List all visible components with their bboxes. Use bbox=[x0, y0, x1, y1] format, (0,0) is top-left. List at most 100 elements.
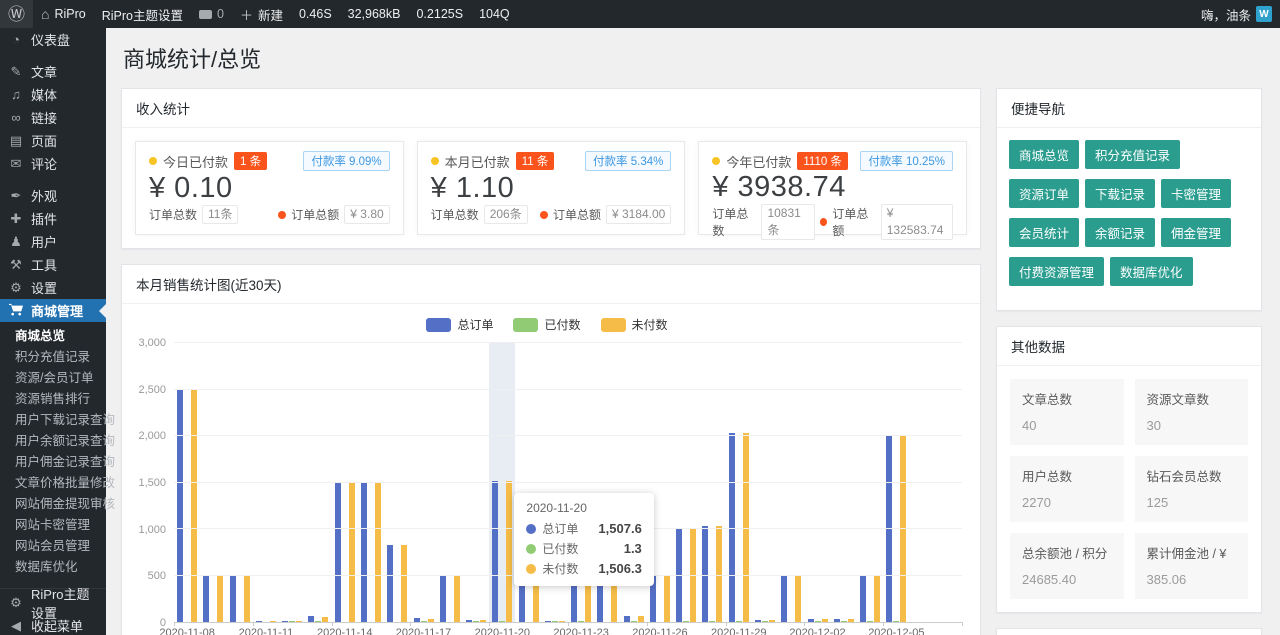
sidebar-item-RiPro主题设置[interactable]: ⚙RiPro主题设置 bbox=[0, 591, 106, 614]
other-data-label: 用户总数 bbox=[1022, 466, 1112, 485]
quick-nav-button-付费资源管理[interactable]: 付费资源管理 bbox=[1009, 257, 1104, 286]
bar-group-2020-11-30[interactable] bbox=[752, 343, 778, 622]
sidebar-item-链接[interactable]: ∞链接 bbox=[0, 106, 106, 129]
sidebar-item-评论[interactable]: ✉评论 bbox=[0, 152, 106, 175]
quick-nav-button-商城总览[interactable]: 商城总览 bbox=[1009, 140, 1079, 169]
submenu-item-用户佣金记录查询[interactable]: 用户佣金记录查询 bbox=[0, 452, 106, 473]
bar-group-2020-11-29[interactable] bbox=[726, 343, 752, 622]
other-data-cell: 资源文章数30 bbox=[1135, 379, 1249, 445]
bar-总订单 bbox=[256, 621, 262, 623]
quick-nav-button-余额记录[interactable]: 余额记录 bbox=[1085, 218, 1155, 247]
wordpress-logo-icon[interactable]: Ⓦ bbox=[0, 0, 33, 28]
sidebar-item-label: 链接 bbox=[31, 108, 57, 127]
bar-group-2020-11-27[interactable] bbox=[673, 343, 699, 622]
comments-menu[interactable]: 0 bbox=[191, 0, 232, 28]
submenu-item-积分充值记录[interactable]: 积分充值记录 bbox=[0, 347, 106, 368]
quick-nav-button-会员统计[interactable]: 会员统计 bbox=[1009, 218, 1079, 247]
other-data-label: 总余额池 / 积分 bbox=[1022, 543, 1112, 562]
legend-swatch-icon bbox=[513, 318, 538, 332]
submenu-item-用户下载记录查询[interactable]: 用户下载记录查询 bbox=[0, 410, 106, 431]
sidebar-item-文章[interactable]: ✎文章 bbox=[0, 60, 106, 83]
activity-title: 最新动态 bbox=[997, 629, 1261, 635]
bar-group-2020-12-06[interactable] bbox=[909, 343, 935, 622]
theme-settings-link[interactable]: RiPro主题设置 bbox=[94, 0, 191, 28]
sidebar-item-用户[interactable]: ♟用户 bbox=[0, 230, 106, 253]
sidebar-item-仪表盘[interactable]: ◔仪表盘 bbox=[0, 28, 106, 51]
legend-item-已付数[interactable]: 已付数 bbox=[513, 316, 580, 333]
quick-nav-button-数据库优化[interactable]: 数据库优化 bbox=[1110, 257, 1193, 286]
bar-group-2020-11-17[interactable] bbox=[410, 343, 436, 622]
bar-group-2020-11-20[interactable] bbox=[489, 343, 515, 622]
income-card-header: 今年已付款1110 条付款率 10.25% bbox=[712, 151, 953, 171]
quick-nav-button-下载记录[interactable]: 下载记录 bbox=[1085, 179, 1155, 208]
bar-总订单 bbox=[755, 620, 761, 622]
bar-group-2020-12-05[interactable] bbox=[883, 343, 909, 622]
bar-group-2020-11-08[interactable] bbox=[174, 343, 200, 622]
bar-group-2020-11-28[interactable] bbox=[699, 343, 725, 622]
submenu-item-网站卡密管理[interactable]: 网站卡密管理 bbox=[0, 515, 106, 536]
bar-未付数 bbox=[822, 619, 828, 622]
bar-group-2020-11-12[interactable] bbox=[279, 343, 305, 622]
bar-group-2020-12-07[interactable] bbox=[936, 343, 962, 622]
other-data-value: 2270 bbox=[1022, 495, 1112, 510]
order-amount-label: 订单总额 bbox=[832, 205, 875, 239]
submenu-item-资源销售排行[interactable]: 资源销售排行 bbox=[0, 389, 106, 410]
bar-未付数 bbox=[848, 619, 854, 622]
submenu-item-网站会员管理[interactable]: 网站会员管理 bbox=[0, 536, 106, 557]
submenu-item-商城总览[interactable]: 商城总览 bbox=[0, 326, 106, 347]
sidebar-item-label: 外观 bbox=[31, 186, 57, 205]
account-menu[interactable]: 嗨，油条 W bbox=[1193, 0, 1280, 28]
sidebar-item-收起菜单[interactable]: ◀收起菜单 bbox=[0, 614, 106, 635]
sidebar-item-label: 媒体 bbox=[31, 85, 57, 104]
bar-group-2020-11-19[interactable] bbox=[463, 343, 489, 622]
bar-已付数 bbox=[815, 621, 821, 623]
quick-nav-button-积分充值记录[interactable]: 积分充值记录 bbox=[1085, 140, 1180, 169]
bar-已付数 bbox=[867, 621, 873, 623]
bar-group-2020-12-04[interactable] bbox=[857, 343, 883, 622]
bar-group-2020-11-10[interactable] bbox=[227, 343, 253, 622]
new-content-menu[interactable]: ＋ 新建 bbox=[232, 0, 291, 28]
bar-group-2020-11-13[interactable] bbox=[305, 343, 331, 622]
bar-未付数 bbox=[401, 545, 407, 622]
chart-x-axis: 2020-11-082020-11-112020-11-142020-11-17… bbox=[174, 623, 962, 635]
sidebar-item-label: 收起菜单 bbox=[31, 616, 83, 635]
site-menu[interactable]: ⌂ RiPro bbox=[33, 0, 94, 28]
bar-group-2020-11-15[interactable] bbox=[358, 343, 384, 622]
sidebar-item-外观[interactable]: ✒外观 bbox=[0, 184, 106, 207]
legend-item-总订单[interactable]: 总订单 bbox=[426, 316, 493, 333]
submenu-item-网站佣金提现审核[interactable]: 网站佣金提现审核 bbox=[0, 494, 106, 515]
quick-nav-button-资源订单[interactable]: 资源订单 bbox=[1009, 179, 1079, 208]
sidebar-item-工具[interactable]: ⚒工具 bbox=[0, 253, 106, 276]
other-data-label: 钻石会员总数 bbox=[1147, 466, 1237, 485]
sidebar-item-设置[interactable]: ⚙设置 bbox=[0, 276, 106, 299]
other-data-label: 文章总数 bbox=[1022, 389, 1112, 408]
tooltip-series-label: 未付数 bbox=[542, 560, 578, 577]
sidebar-item-商城管理[interactable]: 商城管理 bbox=[0, 299, 106, 322]
submenu-item-数据库优化[interactable]: 数据库优化 bbox=[0, 557, 106, 578]
sidebar-item-媒体[interactable]: ♫媒体 bbox=[0, 83, 106, 106]
bar-group-2020-12-01[interactable] bbox=[778, 343, 804, 622]
bar-group-2020-12-03[interactable] bbox=[831, 343, 857, 622]
income-card: 本月已付款11 条付款率 5.34%¥ 1.10订单总数206条订单总额¥ 31… bbox=[417, 141, 686, 235]
bar-总订单 bbox=[387, 545, 393, 622]
bar-group-2020-11-09[interactable] bbox=[200, 343, 226, 622]
x-axis-label: 2020-11-14 bbox=[317, 627, 372, 635]
bar-group-2020-11-16[interactable] bbox=[384, 343, 410, 622]
bar-group-2020-11-18[interactable] bbox=[437, 343, 463, 622]
submenu-item-文章价格批量修改[interactable]: 文章价格批量修改 bbox=[0, 473, 106, 494]
bar-group-2020-12-02[interactable] bbox=[804, 343, 830, 622]
quick-nav-button-卡密管理[interactable]: 卡密管理 bbox=[1161, 179, 1231, 208]
quick-nav-title: 便捷导航 bbox=[997, 89, 1261, 128]
other-data-value: 40 bbox=[1022, 418, 1112, 433]
sidebar-item-插件[interactable]: ✚插件 bbox=[0, 207, 106, 230]
sidebar-item-页面[interactable]: ▤页面 bbox=[0, 129, 106, 152]
legend-item-未付数[interactable]: 未付数 bbox=[601, 316, 668, 333]
other-data-cell: 用户总数 2270 bbox=[1010, 456, 1124, 522]
bar-group-2020-11-14[interactable] bbox=[332, 343, 358, 622]
bar-group-2020-11-11[interactable] bbox=[253, 343, 279, 622]
quick-nav-button-佣金管理[interactable]: 佣金管理 bbox=[1161, 218, 1231, 247]
x-axis-label: 2020-11-17 bbox=[396, 627, 451, 635]
legend-label: 总订单 bbox=[457, 316, 493, 333]
submenu-item-用户余额记录查询[interactable]: 用户余额记录查询 bbox=[0, 431, 106, 452]
submenu-item-资源/会员订单[interactable]: 资源/会员订单 bbox=[0, 368, 106, 389]
